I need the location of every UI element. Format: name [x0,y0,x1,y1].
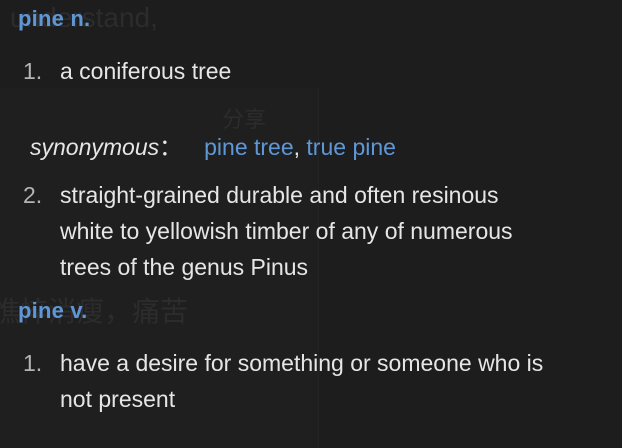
definition-line: white to yellowish timber of any of nume… [60,218,513,244]
sense-number: 1. [23,58,43,84]
synonyms-label: synonymous [30,134,160,160]
sense-number: 2. [23,182,43,208]
definition-line: have a desire for something or someone w… [60,350,544,376]
synonym-link-true-pine[interactable]: true pine [306,134,396,160]
synonyms-row: synonymous： pine tree, true pine [30,128,396,162]
sense-definition: straight-grained durable and often resin… [60,177,615,285]
entry-heading-noun: pine n. [18,6,91,31]
sense-number: 1. [23,350,43,376]
entry-heading-verb: pine v. [18,298,88,323]
definition-line: not present [60,386,176,412]
synonym-separator: , [293,134,301,160]
sense-definition: have a desire for something or someone w… [60,345,615,417]
synonym-link-pine-tree[interactable]: pine tree [204,134,294,160]
synonyms-colon: ： [159,134,183,160]
sense-definition: a coniferous tree [60,58,232,84]
definition-line: trees of the genus Pinus [60,254,309,280]
definition-line: straight-grained durable and often resin… [60,182,499,208]
